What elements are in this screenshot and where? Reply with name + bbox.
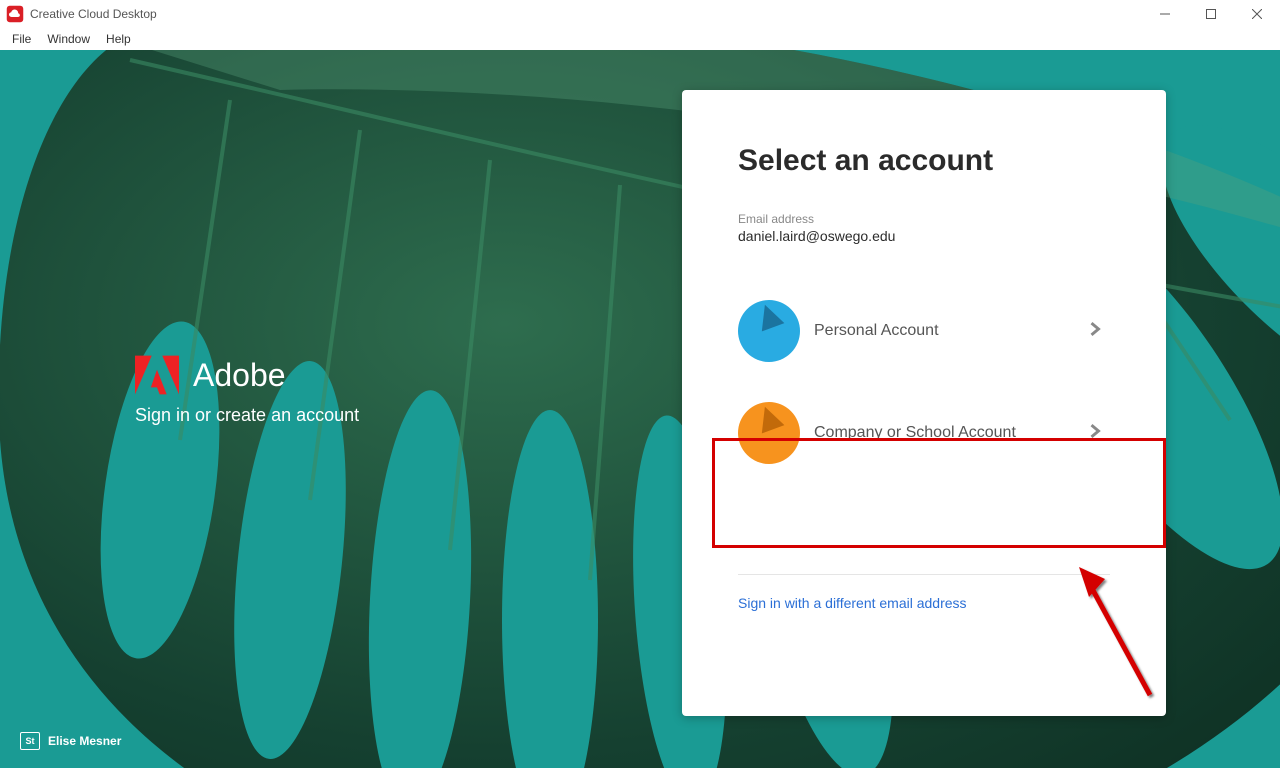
window-close-button[interactable] (1234, 0, 1280, 28)
menu-help[interactable]: Help (98, 30, 139, 48)
adobe-stock-icon: St (20, 732, 40, 750)
brand-name: Adobe (193, 357, 286, 394)
adobe-logo-icon (135, 355, 179, 395)
menu-bar: File Window Help (0, 28, 1280, 50)
chevron-right-icon (1088, 322, 1102, 341)
creative-cloud-icon (6, 5, 24, 23)
window-minimize-button[interactable] (1142, 0, 1188, 28)
window-maximize-button[interactable] (1188, 0, 1234, 28)
company-school-account-option[interactable]: Company or School Account (738, 382, 1110, 484)
email-value: daniel.laird@oswego.edu (738, 228, 1110, 244)
different-email-link[interactable]: Sign in with a different email address (738, 595, 1110, 611)
brand-block: Adobe Sign in or create an account (135, 355, 359, 426)
personal-account-label: Personal Account (814, 322, 1074, 340)
brand-subtitle: Sign in or create an account (135, 405, 359, 426)
card-heading: Select an account (738, 144, 1110, 178)
personal-account-option[interactable]: Personal Account (738, 280, 1110, 382)
menu-window[interactable]: Window (39, 30, 98, 48)
divider (738, 574, 1110, 575)
personal-account-icon (738, 300, 800, 362)
chevron-right-icon (1088, 424, 1102, 443)
window-title: Creative Cloud Desktop (30, 7, 157, 21)
company-school-account-label: Company or School Account (814, 424, 1074, 442)
window-titlebar: Creative Cloud Desktop (0, 0, 1280, 28)
hero-background: Adobe Sign in or create an account Selec… (0, 50, 1280, 768)
company-account-icon (738, 402, 800, 464)
account-select-card: Select an account Email address daniel.l… (682, 90, 1166, 716)
email-label: Email address (738, 212, 1110, 226)
stock-credit: St Elise Mesner (20, 732, 121, 750)
menu-file[interactable]: File (4, 30, 39, 48)
stock-author: Elise Mesner (48, 734, 121, 748)
